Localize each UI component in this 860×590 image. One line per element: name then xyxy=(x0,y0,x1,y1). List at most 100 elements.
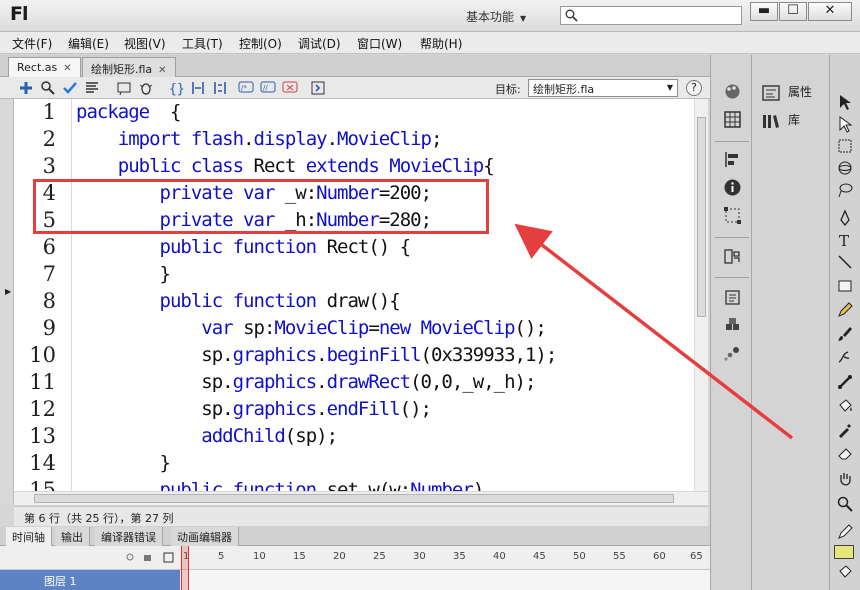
menu-file[interactable]: 文件(F) xyxy=(12,35,52,52)
add-statement-icon[interactable] xyxy=(18,80,34,96)
menu-help[interactable]: 帮助(H) xyxy=(420,35,462,52)
code-line[interactable]: public function Rect() { xyxy=(76,234,412,261)
maximize-button[interactable]: ☐ xyxy=(779,2,807,21)
library-panel-button[interactable]: 库 xyxy=(762,111,800,129)
line-number: 3 xyxy=(42,154,56,178)
tab-output[interactable]: 输出 xyxy=(55,527,90,546)
lasso-tool-icon[interactable] xyxy=(836,181,854,199)
layer-row[interactable]: 图层 1 xyxy=(0,570,180,590)
horizontal-scrollbar[interactable] xyxy=(14,491,708,505)
code-line[interactable]: public function set w(w:Number) xyxy=(76,477,485,491)
tab-timeline[interactable]: 时间轴 xyxy=(6,527,52,546)
stroke-color-icon[interactable] xyxy=(836,523,854,541)
color-icon[interactable] xyxy=(723,82,742,101)
line-tool-icon[interactable] xyxy=(836,253,854,271)
paint-bucket-tool-icon[interactable] xyxy=(836,397,854,415)
zoom-tool-icon[interactable] xyxy=(836,495,854,513)
menu-control[interactable]: 控制(O) xyxy=(239,35,282,52)
find-icon[interactable] xyxy=(40,80,56,96)
fill-color-icon[interactable] xyxy=(836,563,854,581)
show-hide-toolbox-icon[interactable] xyxy=(310,80,326,96)
bone-tool-icon[interactable] xyxy=(836,373,854,391)
script-editor[interactable]: 1 2 3 4 5 6 7 8 9 10 11 12 13 14 15 pack… xyxy=(14,99,694,491)
code-line[interactable]: sp.graphics.drawRect(0,0,_w,_h); xyxy=(76,369,536,396)
3d-rotation-tool-icon[interactable] xyxy=(836,159,854,177)
deco-tool-icon[interactable] xyxy=(836,347,854,365)
line-number: 1 xyxy=(42,100,56,124)
motion-presets-icon[interactable] xyxy=(723,344,742,363)
text-tool-icon[interactable]: T xyxy=(836,231,854,249)
code-line[interactable]: } xyxy=(76,450,171,477)
code-area[interactable]: package { import flash.display.MovieClip… xyxy=(76,99,694,491)
eye-icon[interactable] xyxy=(126,553,134,561)
scroll-thumb[interactable] xyxy=(697,117,706,317)
check-syntax-icon[interactable] xyxy=(62,80,78,96)
remove-comment-icon[interactable] xyxy=(282,80,298,96)
hand-tool-icon[interactable] xyxy=(836,471,854,489)
close-tab-icon[interactable]: ✕ xyxy=(63,63,71,74)
target-select[interactable]: 绘制矩形.fla ▼ xyxy=(528,79,678,97)
playhead[interactable] xyxy=(181,546,189,590)
brush-tool-icon[interactable] xyxy=(836,325,854,343)
code-line[interactable]: public function draw(){ xyxy=(76,288,401,315)
scroll-thumb[interactable] xyxy=(34,494,674,503)
tab-motion-editor[interactable]: 动画编辑器 xyxy=(171,527,239,546)
properties-panel-button[interactable]: 属性 xyxy=(762,83,812,101)
code-line[interactable]: } xyxy=(76,261,171,288)
menu-debug[interactable]: 调试(D) xyxy=(298,35,341,52)
menu-edit[interactable]: 编辑(E) xyxy=(68,35,109,52)
lock-icon[interactable] xyxy=(144,555,151,561)
menu-view[interactable]: 视图(V) xyxy=(124,35,166,52)
chevron-down-icon: ▼ xyxy=(520,14,527,23)
expand-all-icon[interactable] xyxy=(212,80,228,96)
tab-compiler-errors[interactable]: 编译器错误 xyxy=(95,527,163,546)
auto-format-icon[interactable] xyxy=(84,80,100,96)
tab-rect-as[interactable]: Rect.as ✕ xyxy=(8,57,81,77)
vertical-scrollbar[interactable] xyxy=(694,99,708,491)
components-icon[interactable] xyxy=(723,316,742,335)
code-hint-icon[interactable] xyxy=(116,80,132,96)
code-line[interactable]: var sp:MovieClip=new MovieClip(); xyxy=(76,315,547,342)
eraser-tool-icon[interactable] xyxy=(836,445,854,463)
code-line[interactable]: sp.graphics.endFill(); xyxy=(76,396,432,423)
menu-window[interactable]: 窗口(W) xyxy=(357,35,402,52)
code-line[interactable]: sp.graphics.beginFill(0x339933,1); xyxy=(76,342,557,369)
code-snippets-icon[interactable] xyxy=(723,247,742,266)
workspace-switcher[interactable]: 基本功能 ▼ xyxy=(466,8,526,25)
tab-fla[interactable]: 绘制矩形.fla ✕ xyxy=(82,57,176,77)
stroke-color-swatch[interactable] xyxy=(834,545,854,559)
subselection-tool-icon[interactable] xyxy=(836,115,854,133)
rectangle-tool-icon[interactable] xyxy=(836,277,854,295)
swatches-icon[interactable] xyxy=(723,110,742,129)
help-icon[interactable]: ? xyxy=(686,80,702,96)
toolbox-collapse-rail[interactable]: ▶ xyxy=(0,99,14,505)
debug-options-icon[interactable] xyxy=(138,80,154,96)
search-input[interactable] xyxy=(560,6,742,25)
info-icon[interactable] xyxy=(723,178,742,197)
pencil-tool-icon[interactable] xyxy=(836,301,854,319)
minimize-button[interactable]: ▬ xyxy=(750,2,778,21)
outline-icon[interactable] xyxy=(163,552,174,563)
line-number: 10 xyxy=(29,343,56,367)
close-button[interactable]: ✕ xyxy=(808,2,852,21)
collapse-selection-icon[interactable] xyxy=(190,80,206,96)
cursor-position: 第 6 行（共 25 行），第 27 列 xyxy=(24,512,174,525)
eyedropper-tool-icon[interactable] xyxy=(836,421,854,439)
code-line[interactable]: package { xyxy=(76,99,181,126)
pen-tool-icon[interactable] xyxy=(836,209,854,227)
close-tab-icon[interactable]: ✕ xyxy=(158,65,166,76)
selection-tool-icon[interactable] xyxy=(836,93,854,111)
transform-icon[interactable] xyxy=(723,206,742,225)
apply-block-comment-icon[interactable]: /* xyxy=(238,80,254,96)
code-line[interactable]: import flash.display.MovieClip; xyxy=(76,126,443,153)
close-icon: ✕ xyxy=(824,3,836,18)
apply-line-comment-icon[interactable]: // xyxy=(260,80,276,96)
align-icon[interactable] xyxy=(723,150,742,169)
code-line[interactable]: addChild(sp); xyxy=(76,423,338,450)
free-transform-tool-icon[interactable] xyxy=(836,137,854,155)
menu-tools[interactable]: 工具(T) xyxy=(182,35,223,52)
code-line[interactable]: public class Rect extends MovieClip{ xyxy=(76,153,495,180)
collapse-between-braces-icon[interactable]: {} xyxy=(168,80,184,96)
movie-explorer-icon[interactable] xyxy=(723,288,742,307)
timeline-ruler[interactable]: 1 5 10 15 20 25 30 35 40 45 50 55 60 65 xyxy=(0,546,710,570)
